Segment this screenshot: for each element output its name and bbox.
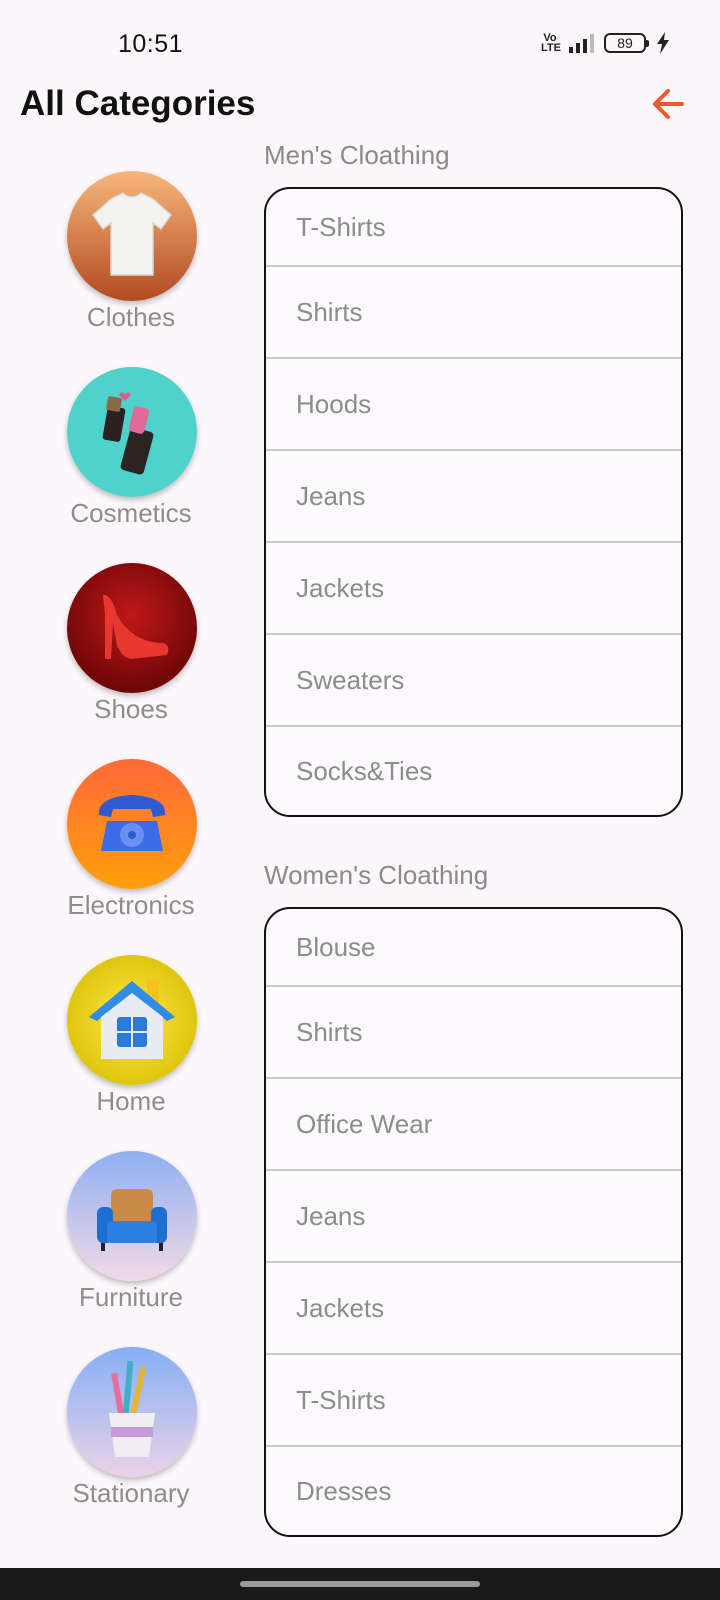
subcategory-card-womens: Blouse Shirts Office Wear Jeans Jackets …	[264, 907, 683, 1537]
category-label: Cosmetics	[70, 498, 192, 528]
telephone-icon	[67, 759, 197, 889]
pencil-cup-icon	[67, 1347, 197, 1477]
subcategory-item[interactable]: Jeans	[266, 1171, 681, 1263]
subcategory-item[interactable]: T-Shirts	[266, 1355, 681, 1447]
category-label: Stationary	[72, 1478, 190, 1508]
section-title-womens: Women's Cloathing	[264, 860, 489, 890]
category-label: Electronics	[67, 890, 195, 920]
subcategory-item[interactable]: Socks&Ties	[266, 727, 681, 815]
category-label: Furniture	[78, 1282, 184, 1312]
category-electronics[interactable]: Electronics	[0, 756, 262, 946]
category-label: Shoes	[94, 694, 168, 724]
category-label: Clothes	[86, 302, 176, 332]
volte-icon: Vo LTE	[541, 32, 561, 54]
back-button[interactable]	[648, 82, 692, 126]
system-nav-bar	[0, 1568, 720, 1600]
category-label: Home	[96, 1086, 166, 1116]
signal-icon	[569, 33, 594, 53]
house-icon	[67, 955, 197, 1085]
status-bar: 10:51 Vo LTE 89	[0, 0, 720, 90]
category-clothes[interactable]: Clothes	[0, 168, 262, 358]
home-gesture-handle[interactable]	[240, 1581, 480, 1587]
page-title: All Categories	[20, 84, 256, 123]
subcategory-item[interactable]: Office Wear	[266, 1079, 681, 1171]
category-cosmetics[interactable]: Cosmetics	[0, 364, 262, 554]
subcategory-item[interactable]: Hoods	[266, 359, 681, 451]
battery-icon: 89	[604, 33, 649, 53]
subcategory-card-mens: T-Shirts Shirts Hoods Jeans Jackets Swea…	[264, 187, 683, 817]
subcategory-item[interactable]: Jackets	[266, 1263, 681, 1355]
charging-bolt-icon	[657, 32, 669, 54]
high-heel-icon	[67, 563, 197, 693]
category-shoes[interactable]: Shoes	[0, 560, 262, 750]
category-stationary[interactable]: Stationary	[0, 1344, 262, 1534]
subcategory-item[interactable]: Shirts	[266, 987, 681, 1079]
lipstick-icon	[67, 367, 197, 497]
category-furniture[interactable]: Furniture	[0, 1148, 262, 1338]
subcategory-item[interactable]: Sweaters	[266, 635, 681, 727]
subcategory-item[interactable]: Jackets	[266, 543, 681, 635]
category-home[interactable]: Home	[0, 952, 262, 1142]
subcategory-item[interactable]: Dresses	[266, 1447, 681, 1535]
subcategory-item[interactable]: Jeans	[266, 451, 681, 543]
section-title-mens: Men's Cloathing	[264, 140, 450, 170]
subcategory-item[interactable]: Shirts	[266, 267, 681, 359]
status-time: 10:51	[118, 30, 184, 58]
subcategory-item[interactable]: Blouse	[266, 909, 681, 987]
tshirt-icon	[67, 171, 197, 301]
arrow-left-icon	[653, 89, 684, 119]
subcategory-item[interactable]: T-Shirts	[266, 189, 681, 267]
armchair-icon	[67, 1151, 197, 1281]
status-icons: Vo LTE 89	[541, 32, 670, 54]
